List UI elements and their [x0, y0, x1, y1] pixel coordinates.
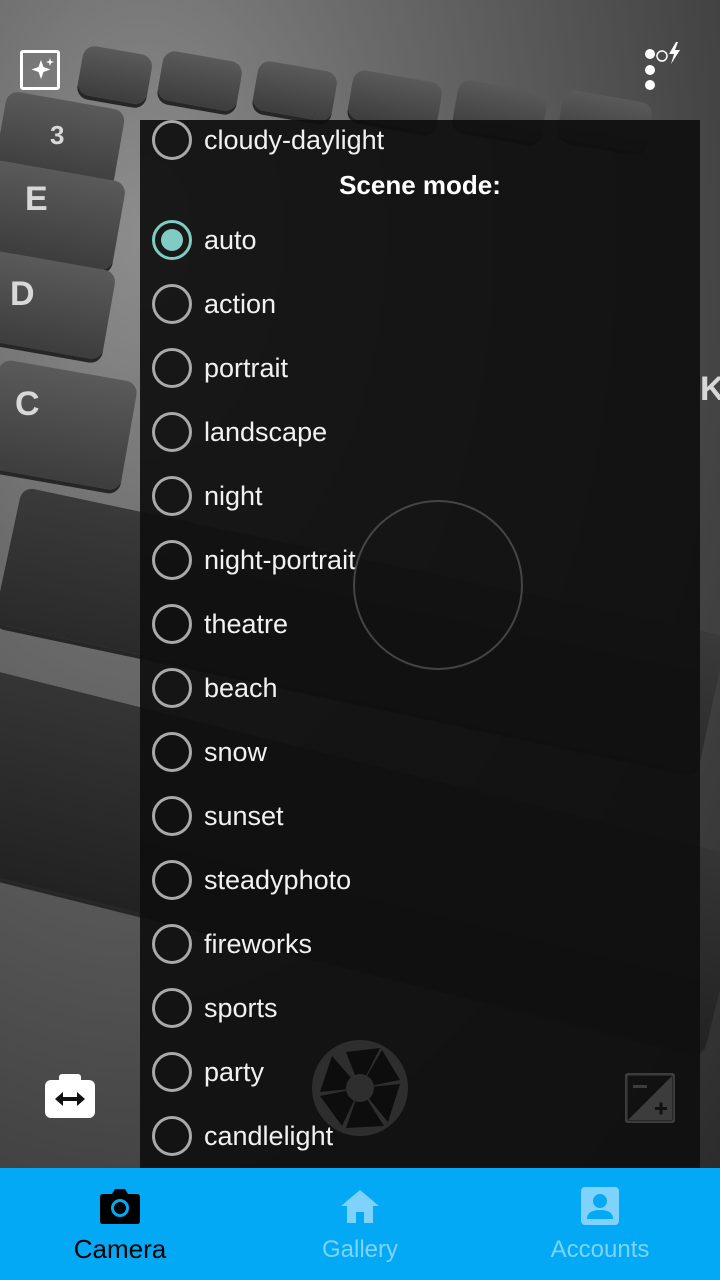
settings-flash-icon[interactable] — [640, 40, 684, 94]
option-landscape[interactable]: landscape — [140, 400, 700, 464]
section-title: Scene mode: — [339, 170, 501, 200]
radio-button-selected[interactable] — [152, 220, 192, 260]
radio-button[interactable] — [152, 120, 192, 160]
option-label: auto — [204, 224, 257, 255]
option-label: sunset — [204, 800, 284, 831]
nav-camera[interactable]: Camera — [0, 1168, 240, 1280]
auto-enhance-icon[interactable] — [20, 50, 60, 90]
exposure-icon[interactable] — [624, 1072, 676, 1124]
radio-button[interactable] — [152, 796, 192, 836]
home-icon — [341, 1190, 379, 1223]
option-label: snow — [204, 736, 268, 767]
option-label: night-portrait — [204, 544, 356, 575]
option-previous[interactable]: cloudy-daylight — [140, 120, 700, 172]
radio-button[interactable] — [152, 476, 192, 516]
radio-button[interactable] — [152, 604, 192, 644]
preview-key-label: K — [700, 370, 720, 408]
nav-label: Camera — [73, 1234, 167, 1264]
shutter-icon[interactable] — [310, 1038, 410, 1138]
preview-key — [251, 59, 339, 123]
option-label: sports — [204, 992, 278, 1023]
option-label: landscape — [204, 416, 328, 447]
preview-key-label: D — [10, 275, 35, 313]
option-auto[interactable]: auto — [140, 208, 700, 272]
option-portrait[interactable]: portrait — [140, 336, 700, 400]
bottom-navigation: Camera Gallery Accounts — [0, 1168, 720, 1280]
option-snow[interactable]: snow — [140, 720, 700, 784]
radio-button[interactable] — [152, 1116, 192, 1156]
option-label: steadyphoto — [204, 864, 352, 895]
option-label: fireworks — [204, 928, 313, 959]
preview-key-label: C — [15, 385, 40, 423]
preview-key — [76, 44, 154, 106]
option-label: party — [204, 1056, 265, 1087]
option-sports[interactable]: sports — [140, 976, 700, 1040]
radio-button[interactable] — [152, 860, 192, 900]
option-candlelight[interactable]: candlelight — [140, 1104, 700, 1168]
nav-label: Accounts — [550, 1236, 650, 1263]
option-label: cloudy-daylight — [204, 124, 385, 155]
option-label: action — [204, 288, 277, 319]
nav-label: Gallery — [321, 1236, 399, 1263]
camera-icon — [100, 1189, 140, 1224]
switch-camera-icon[interactable] — [45, 1074, 95, 1118]
option-steadyphoto[interactable]: steadyphoto — [140, 848, 700, 912]
preview-key — [156, 49, 244, 113]
preview-key-label: 3 — [50, 120, 65, 150]
option-label: theatre — [204, 608, 289, 639]
option-sunset[interactable]: sunset — [140, 784, 700, 848]
radio-button[interactable] — [152, 348, 192, 388]
radio-button[interactable] — [152, 988, 192, 1028]
preview-key-label: E — [25, 180, 48, 218]
account-icon — [581, 1187, 619, 1225]
radio-button[interactable] — [152, 540, 192, 580]
radio-button[interactable] — [152, 412, 192, 452]
option-label: portrait — [204, 352, 289, 383]
option-label: night — [204, 480, 263, 511]
option-fireworks[interactable]: fireworks — [140, 912, 700, 976]
preview-key — [0, 358, 139, 492]
radio-button[interactable] — [152, 284, 192, 324]
radio-button[interactable] — [152, 732, 192, 772]
focus-ring — [353, 500, 523, 670]
radio-button[interactable] — [152, 668, 192, 708]
option-party[interactable]: party — [140, 1040, 700, 1104]
nav-accounts[interactable]: Accounts — [480, 1168, 720, 1280]
radio-button[interactable] — [152, 1052, 192, 1092]
nav-gallery[interactable]: Gallery — [240, 1168, 480, 1280]
option-label: beach — [204, 672, 278, 703]
radio-button[interactable] — [152, 924, 192, 964]
option-action[interactable]: action — [140, 272, 700, 336]
